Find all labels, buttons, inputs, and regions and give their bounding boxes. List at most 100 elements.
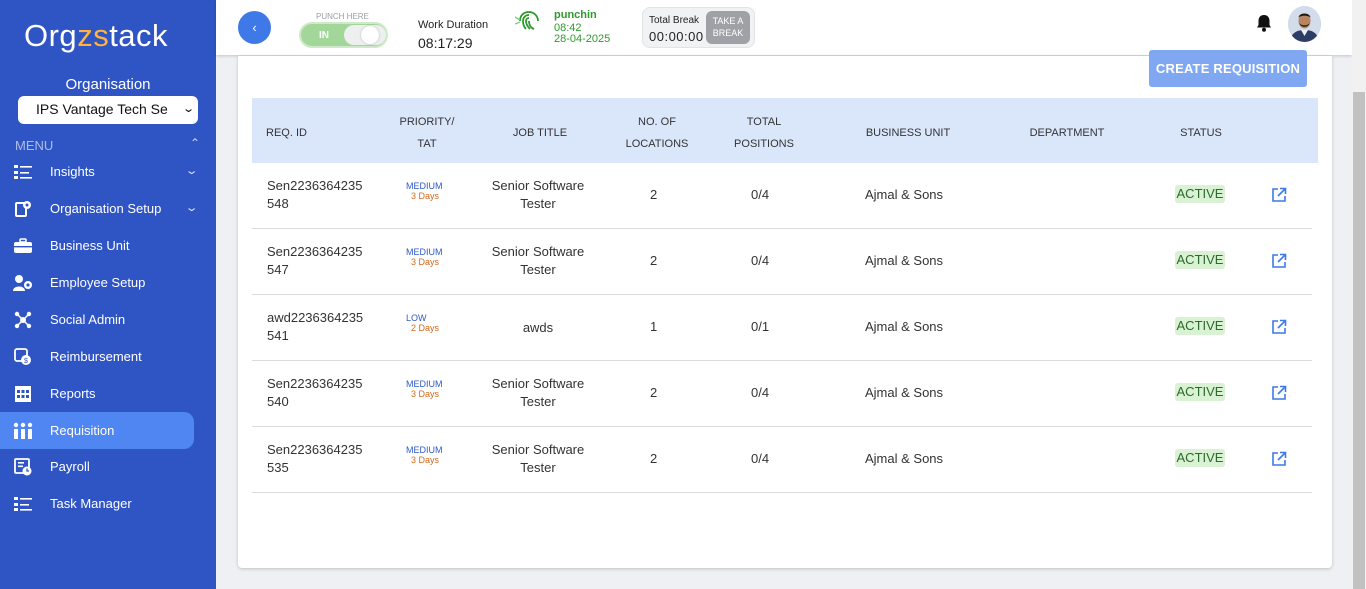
sidebar-item-task-manager[interactable]: Task Manager bbox=[0, 485, 194, 522]
req-id-line1: awd2236364235 bbox=[267, 310, 364, 325]
priority-badge: MEDIUM bbox=[406, 445, 443, 455]
column-header-positions-line1: TOTAL bbox=[746, 116, 782, 128]
table-row[interactable]: Sen2236364235 540 MEDIUM 3 Days Senior Sof… bbox=[252, 361, 1312, 427]
sidebar-item-label: Business Unit bbox=[50, 238, 130, 253]
collapse-sidebar-button[interactable]: ‹ bbox=[238, 11, 271, 44]
bell-icon[interactable] bbox=[1254, 13, 1274, 33]
priority-cell: MEDIUM 3 Days bbox=[406, 445, 443, 465]
sidebar-item-requisition[interactable]: Requisition bbox=[0, 412, 194, 449]
sidebar-item-organisation-setup[interactable]: Organisation Setup ⌄ bbox=[0, 190, 198, 227]
payroll-icon bbox=[13, 457, 33, 477]
column-header-status: STATUS bbox=[1180, 127, 1222, 139]
column-header-positions: TOTAL POSITIONS bbox=[724, 111, 804, 155]
locations-cell: 2 bbox=[650, 451, 658, 466]
avatar[interactable] bbox=[1288, 6, 1321, 42]
locations-cell: 2 bbox=[650, 187, 658, 202]
requisition-icon bbox=[13, 421, 33, 441]
open-external-icon[interactable] bbox=[1271, 319, 1287, 335]
tat-value: 3 Days bbox=[411, 191, 440, 201]
open-external-icon[interactable] bbox=[1271, 187, 1287, 203]
sidebar-item-business-unit[interactable]: Business Unit bbox=[0, 227, 194, 264]
punch-toggle[interactable]: IN bbox=[299, 22, 388, 48]
positions-cell: 0/1 bbox=[751, 319, 770, 334]
job-title-line2: Tester bbox=[520, 196, 556, 211]
task-manager-icon bbox=[13, 494, 33, 514]
open-external-icon[interactable] bbox=[1271, 385, 1287, 401]
sidebar-item-label: Insights bbox=[50, 164, 95, 179]
job-title-line1: Senior Software bbox=[491, 178, 585, 193]
toggle-knob bbox=[344, 25, 386, 45]
sidebar-item-reports[interactable]: Reports bbox=[0, 375, 194, 412]
job-title-line1: Senior Software bbox=[491, 376, 585, 391]
menu-label: MENU bbox=[15, 138, 54, 153]
req-id-cell: Sen2236364235 548 bbox=[267, 177, 362, 213]
table-row[interactable]: Sen2236364235 535 MEDIUM 3 Days Senior Sof… bbox=[252, 427, 1312, 493]
requisition-card: CREATE REQUISITION REQ. ID PRIORITY/ TAT… bbox=[238, 50, 1332, 568]
locations-cell: 2 bbox=[650, 253, 658, 268]
sidebar-item-employee-setup[interactable]: Employee Setup bbox=[0, 264, 194, 301]
menu-section-header[interactable]: MENU ⌃ bbox=[15, 136, 200, 153]
req-id-line1: Sen2236364235 bbox=[267, 178, 363, 193]
logo-text-zs: zs bbox=[77, 18, 110, 53]
work-duration-label: Work Duration bbox=[418, 19, 489, 31]
req-id-cell: awd2236364235 541 bbox=[267, 309, 363, 345]
table-row[interactable]: Sen2236364235 547 MEDIUM 3 Days Senior Sof… bbox=[252, 229, 1312, 295]
priority-cell: MEDIUM 3 Days bbox=[406, 181, 443, 201]
sidebar-item-label: Task Manager bbox=[50, 496, 132, 511]
create-requisition-button[interactable]: CREATE REQUISITION bbox=[1149, 50, 1307, 87]
tat-value: 3 Days bbox=[411, 257, 440, 267]
job-title-line1: awds bbox=[522, 320, 554, 335]
positions-cell: 0/4 bbox=[751, 187, 770, 202]
table-row[interactable]: awd2236364235 541 LOW 2 Days awds 1 0/1 Aj… bbox=[252, 295, 1312, 361]
priority-badge: MEDIUM bbox=[406, 247, 443, 257]
page-scrollbar-thumb[interactable] bbox=[1353, 92, 1365, 589]
orgzstack-logo[interactable]: Orgzstack bbox=[24, 18, 168, 54]
positions-cell: 0/4 bbox=[751, 385, 770, 400]
business-unit-cell: Ajmal & Sons bbox=[865, 385, 944, 400]
business-unit-cell: Ajmal & Sons bbox=[865, 319, 944, 334]
take-break-button[interactable]: TAKE A BREAK bbox=[706, 11, 750, 44]
positions-cell: 0/4 bbox=[751, 253, 770, 268]
logo-text-org: Org bbox=[24, 18, 78, 53]
column-header-locations-line2: LOCATIONS bbox=[625, 138, 689, 150]
sidebar-item-payroll[interactable]: Payroll bbox=[0, 448, 194, 485]
sidebar-item-label: Reports bbox=[50, 386, 96, 401]
req-id-line2: 541 bbox=[267, 328, 289, 343]
insights-icon bbox=[13, 162, 33, 182]
sidebar-item-insights[interactable]: Insights ⌄ bbox=[0, 153, 198, 190]
punch-state-label: IN bbox=[319, 30, 329, 41]
tat-value: 3 Days bbox=[411, 389, 440, 399]
job-title-cell: Senior Software Tester bbox=[473, 177, 603, 213]
sidebar: Orgzstack Organisation IPS Vantage Tech … bbox=[0, 0, 216, 589]
sidebar-item-social-admin[interactable]: Social Admin bbox=[0, 301, 194, 338]
tat-value: 2 Days bbox=[411, 323, 440, 333]
req-id-line2: 548 bbox=[267, 196, 289, 211]
job-title-line2: Tester bbox=[520, 262, 556, 277]
req-id-line2: 540 bbox=[267, 394, 289, 409]
column-header-business-unit: BUSINESS UNIT bbox=[865, 127, 951, 139]
column-header-job-title: JOB TITLE bbox=[512, 127, 568, 139]
table-row[interactable]: Sen2236364235 548 MEDIUM 3 Days Senior Sof… bbox=[252, 163, 1312, 229]
briefcase-icon bbox=[13, 236, 33, 256]
sidebar-item-label: Reimbursement bbox=[50, 349, 142, 364]
organisation-select-value: IPS Vantage Tech Se bbox=[36, 101, 168, 117]
job-title-cell: awds bbox=[473, 319, 603, 337]
req-id-line1: Sen2236364235 bbox=[267, 442, 363, 457]
open-external-icon[interactable] bbox=[1271, 451, 1287, 467]
open-external-icon[interactable] bbox=[1271, 253, 1287, 269]
req-id-line2: 547 bbox=[267, 262, 289, 277]
status-badge: ACTIVE bbox=[1175, 251, 1225, 269]
column-header-priority-line1: PRIORITY/ bbox=[399, 116, 455, 128]
sidebar-item-label: Organisation Setup bbox=[50, 201, 162, 216]
column-header-priority-line2: TAT bbox=[417, 138, 437, 150]
sidebar-item-reimbursement[interactable]: $ Reimbursement bbox=[0, 338, 194, 375]
priority-badge: MEDIUM bbox=[406, 379, 443, 389]
chevron-up-icon: ⌃ bbox=[189, 136, 200, 150]
users-icon bbox=[13, 273, 33, 293]
organisation-setup-icon bbox=[13, 199, 33, 219]
column-header-locations: NO. OF LOCATIONS bbox=[617, 111, 697, 155]
req-id-cell: Sen2236364235 547 bbox=[267, 243, 362, 279]
reimbursement-icon: $ bbox=[13, 347, 33, 367]
job-title-cell: Senior Software Tester bbox=[473, 441, 603, 477]
organisation-select[interactable]: IPS Vantage Tech Se ⌄ bbox=[18, 96, 198, 124]
